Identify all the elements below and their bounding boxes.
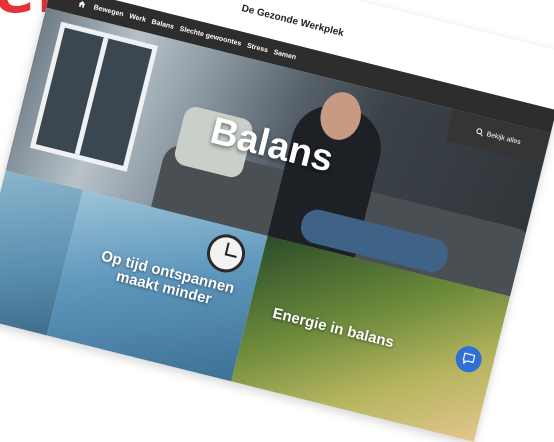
website-screenshot: medicinfo De Gezonde Werkplek Bewegen We… xyxy=(0,0,554,442)
see-all-label: Bekijk alles xyxy=(485,130,522,146)
tile-caption-energie: Energie in balans xyxy=(270,304,396,352)
nav-item-balans[interactable]: Balans xyxy=(151,18,175,30)
hero-window-image xyxy=(29,21,159,172)
nav-item-bewegen[interactable]: Bewegen xyxy=(93,4,125,18)
home-icon[interactable] xyxy=(77,0,87,9)
site-title: De Gezonde Werkplek xyxy=(240,3,345,40)
chat-icon xyxy=(462,352,476,364)
search-icon xyxy=(476,128,483,137)
nav-item-werk[interactable]: Werk xyxy=(128,13,146,24)
nav-item-samen[interactable]: Samen xyxy=(273,49,297,61)
clock-icon xyxy=(203,230,250,277)
chat-button[interactable] xyxy=(452,343,485,375)
nav-item-stress[interactable]: Stress xyxy=(246,42,268,54)
